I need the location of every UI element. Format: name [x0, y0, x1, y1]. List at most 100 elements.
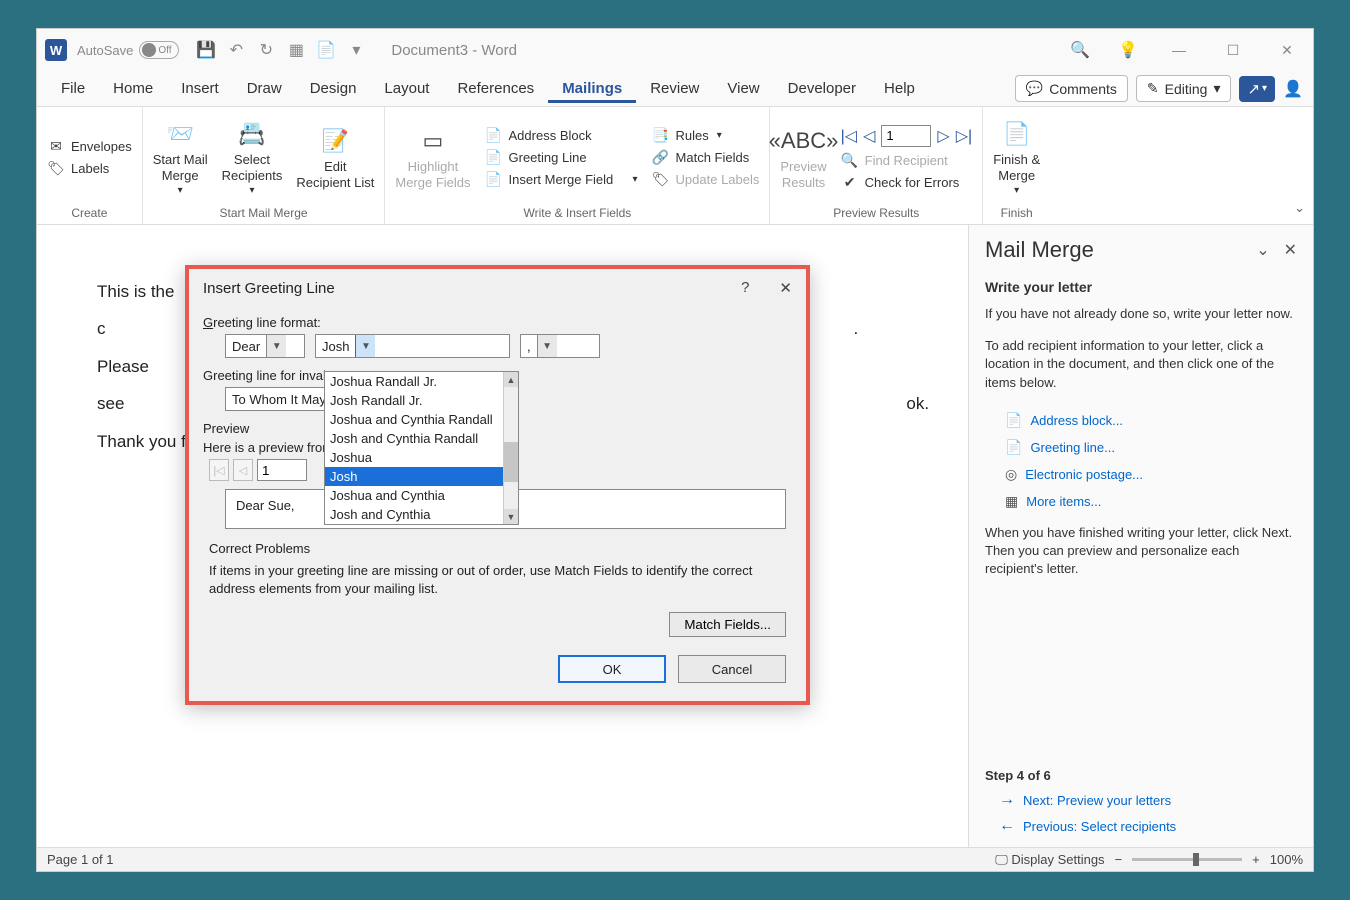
edit-list-icon: 📝: [319, 125, 351, 157]
next-record-icon[interactable]: ▷: [937, 126, 949, 146]
start-mail-merge-button[interactable]: 📨Start Mail Merge▾: [153, 118, 208, 197]
qat-dropdown-icon[interactable]: ▾: [343, 37, 369, 63]
dropdown-option[interactable]: Joshua: [325, 448, 518, 467]
tab-insert[interactable]: Insert: [167, 74, 233, 103]
doc-icon: 📄: [1005, 412, 1022, 429]
pane-outro: When you have finished writing your lett…: [985, 524, 1297, 579]
pane-close-icon[interactable]: ✕: [1284, 240, 1297, 260]
ribbon-group-preview: «ABC»Preview Results |◁ ◁ ▷ ▷| 🔍Find Rec…: [770, 107, 983, 224]
arrow-left-icon: ←: [999, 817, 1015, 835]
lightbulb-icon[interactable]: 💡: [1115, 37, 1141, 63]
tab-layout[interactable]: Layout: [370, 74, 443, 103]
salutation-combo[interactable]: Dear ▼: [225, 334, 305, 358]
edit-recipient-list-button[interactable]: 📝Edit Recipient List: [296, 125, 374, 190]
punctuation-combo[interactable]: , ▼: [520, 334, 600, 358]
tab-developer[interactable]: Developer: [774, 74, 870, 103]
finish-merge-button[interactable]: 📄Finish & Merge▾: [993, 118, 1040, 197]
next-step-link[interactable]: →Next: Preview your letters: [999, 791, 1297, 809]
dropdown-option[interactable]: Josh and Cynthia: [325, 505, 518, 524]
undo-icon[interactable]: ↶: [223, 37, 249, 63]
match-fields-button[interactable]: 🔗Match Fields: [652, 150, 760, 166]
ribbon-group-write: ▭Highlight Merge Fields 📄Address Block 📄…: [385, 107, 770, 224]
pane-collapse-icon[interactable]: ⌄: [1256, 240, 1269, 260]
scroll-up-icon[interactable]: ▲: [504, 372, 518, 387]
search-icon[interactable]: 🔍: [1067, 37, 1093, 63]
document-canvas[interactable]: This is the cxxxxxxxxxxxxxxxxxxxxxxxxxxx…: [37, 225, 968, 847]
zoom-level[interactable]: 100%: [1270, 852, 1303, 867]
account-icon[interactable]: 👤: [1283, 79, 1303, 99]
address-block-link[interactable]: 📄Address block...: [1005, 412, 1297, 429]
dialog-close-icon[interactable]: ✕: [779, 279, 792, 297]
electronic-postage-link[interactable]: ◎Electronic postage...: [1005, 466, 1297, 483]
qat-icon-2[interactable]: 📄: [313, 37, 339, 63]
scroll-thumb[interactable]: [504, 442, 518, 482]
cancel-button[interactable]: Cancel: [678, 655, 786, 683]
dropdown-option[interactable]: Joshua and Cynthia: [325, 486, 518, 505]
dialog-help-icon[interactable]: ?: [741, 279, 749, 297]
tab-view[interactable]: View: [713, 74, 773, 103]
ok-button[interactable]: OK: [558, 655, 666, 683]
dropdown-option[interactable]: Joshua Randall Jr.: [325, 372, 518, 391]
minimize-button[interactable]: —: [1161, 36, 1197, 64]
tab-file[interactable]: File: [47, 74, 99, 103]
address-block-button[interactable]: 📄Address Block: [485, 128, 638, 144]
record-number-input[interactable]: [881, 125, 931, 147]
dropdown-option[interactable]: Josh Randall Jr.: [325, 391, 518, 410]
preview-first-icon[interactable]: |◁: [209, 459, 229, 481]
zoom-thumb[interactable]: [1193, 853, 1199, 866]
toggle-switch[interactable]: Off: [139, 41, 179, 59]
chevron-down-icon[interactable]: ▼: [266, 335, 286, 357]
chevron-down-icon[interactable]: ▼: [355, 335, 375, 357]
greeting-line-link[interactable]: 📄Greeting line...: [1005, 439, 1297, 456]
tab-home[interactable]: Home: [99, 74, 167, 103]
greeting-line-button[interactable]: 📄Greeting Line: [485, 150, 638, 166]
envelopes-button[interactable]: ✉Envelopes: [47, 139, 132, 155]
tab-design[interactable]: Design: [296, 74, 371, 103]
ribbon-collapse-button[interactable]: ⌄: [1286, 192, 1313, 224]
first-record-icon[interactable]: |◁: [841, 126, 857, 146]
select-recipients-button[interactable]: 📇Select Recipients▾: [222, 118, 283, 197]
editing-mode-button[interactable]: ✎ Editing ▾: [1136, 75, 1232, 102]
comments-button[interactable]: 💬 Comments: [1015, 75, 1128, 102]
zoom-slider[interactable]: [1132, 858, 1242, 861]
close-button[interactable]: ✕: [1269, 36, 1305, 64]
match-fields-dialog-button[interactable]: Match Fields...: [669, 612, 786, 637]
prev-step-link[interactable]: ←Previous: Select recipients: [999, 817, 1297, 835]
dropdown-option[interactable]: Josh and Cynthia Randall: [325, 429, 518, 448]
dropdown-option[interactable]: Joshua and Cynthia Randall: [325, 410, 518, 429]
mail-merge-icon: 📨: [164, 118, 196, 150]
zoom-out-button[interactable]: −: [1115, 852, 1123, 867]
prev-record-icon[interactable]: ◁: [863, 126, 875, 146]
tab-help[interactable]: Help: [870, 74, 929, 103]
last-record-icon[interactable]: ▷|: [956, 126, 972, 146]
select-recipients-label: Select Recipients: [222, 152, 283, 183]
rules-button[interactable]: 📑Rules▾: [652, 128, 760, 144]
display-settings-button[interactable]: 🖵 Display Settings: [995, 852, 1104, 868]
dropdown-scrollbar[interactable]: ▲ ▼: [503, 372, 518, 524]
more-items-link[interactable]: ▦More items...: [1005, 493, 1297, 510]
tab-references[interactable]: References: [443, 74, 548, 103]
labels-button[interactable]: 🏷Labels: [47, 161, 132, 177]
name-format-combo[interactable]: Josh ▼: [315, 334, 510, 358]
autosave-toggle[interactable]: AutoSave Off: [77, 41, 179, 59]
share-button[interactable]: ↗ ▾: [1239, 76, 1275, 102]
tab-draw[interactable]: Draw: [233, 74, 296, 103]
title-bar: W AutoSave Off 💾 ↶ ↻ ▦ 📄 ▾ Document3 - W…: [37, 29, 1313, 71]
scroll-down-icon[interactable]: ▼: [504, 509, 518, 524]
maximize-button[interactable]: ☐: [1215, 36, 1251, 64]
mail-merge-pane: Mail Merge ⌄ ✕ Write your letter If you …: [968, 225, 1313, 847]
preview-record-input[interactable]: [257, 459, 307, 481]
preview-prev-icon[interactable]: ◁: [233, 459, 253, 481]
tab-review[interactable]: Review: [636, 74, 713, 103]
app-window: W AutoSave Off 💾 ↶ ↻ ▦ 📄 ▾ Document3 - W…: [36, 28, 1314, 872]
redo-icon[interactable]: ↻: [253, 37, 279, 63]
save-icon[interactable]: 💾: [193, 37, 219, 63]
page-indicator[interactable]: Page 1 of 1: [47, 852, 114, 867]
tab-mailings[interactable]: Mailings: [548, 74, 636, 103]
dropdown-option-selected[interactable]: Josh: [325, 467, 518, 486]
chevron-down-icon[interactable]: ▼: [537, 335, 557, 357]
check-errors-button[interactable]: ✔Check for Errors: [841, 175, 973, 191]
zoom-in-button[interactable]: +: [1252, 852, 1260, 867]
qat-icon-1[interactable]: ▦: [283, 37, 309, 63]
insert-merge-field-button[interactable]: 📄Insert Merge Field ▾: [485, 172, 638, 188]
